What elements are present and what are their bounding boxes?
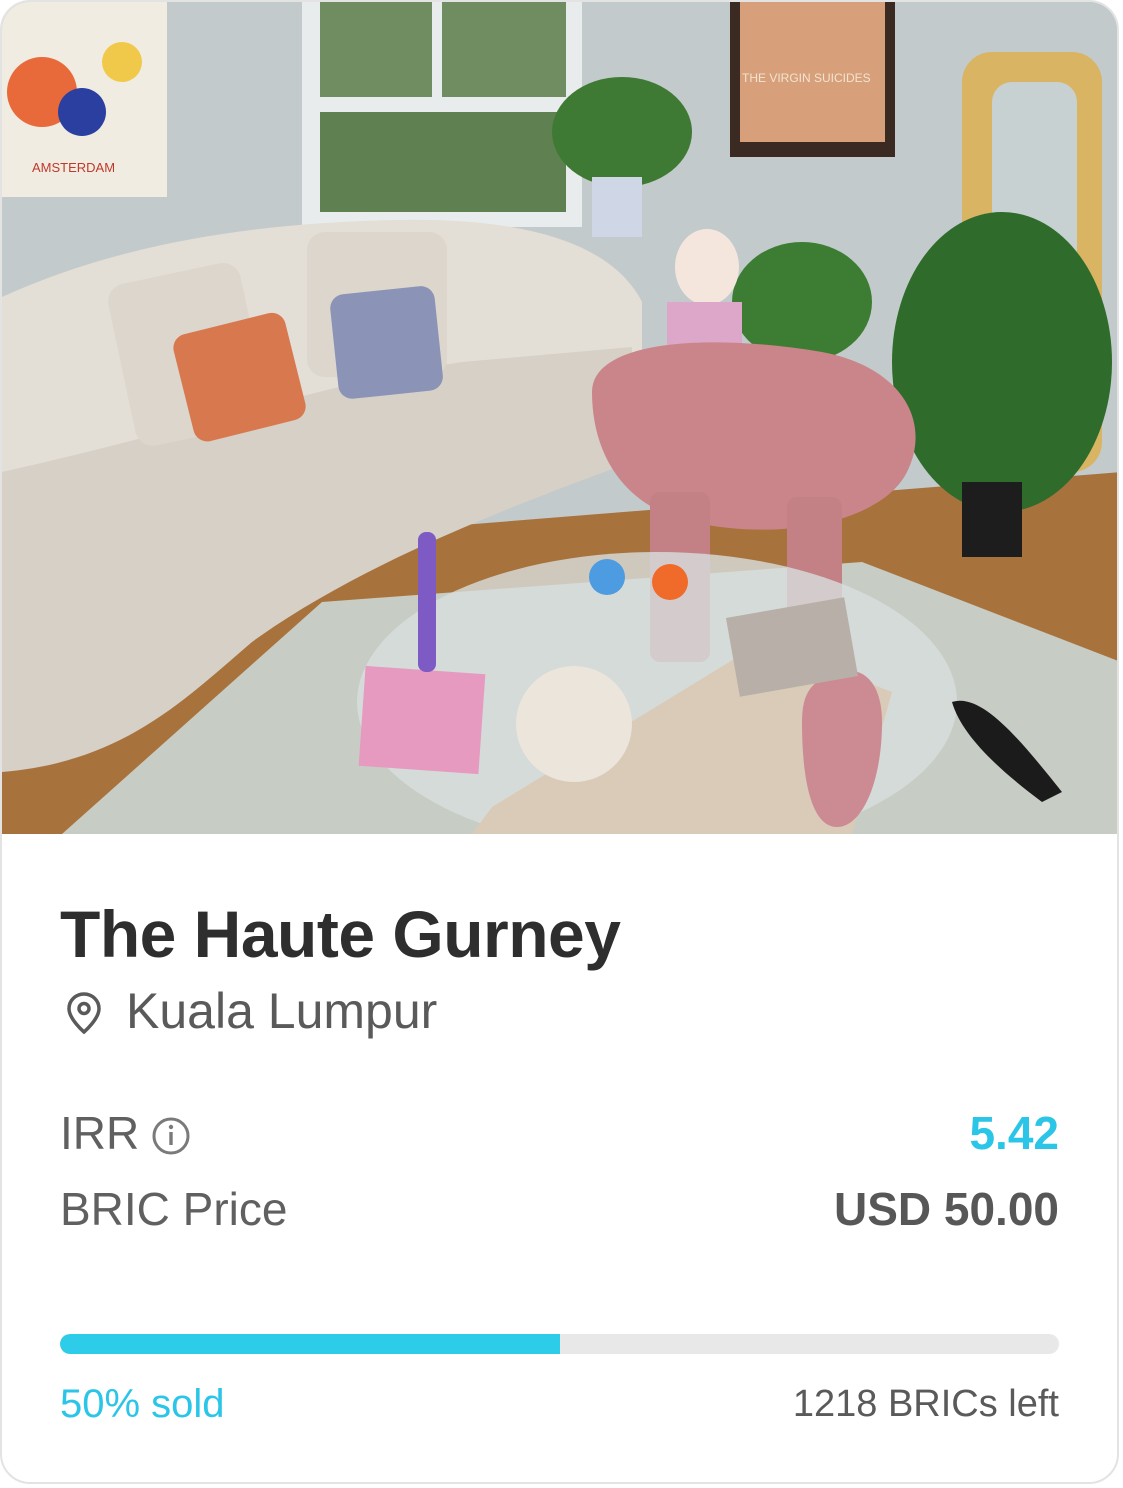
bric-price-value: USD 50.00 (833, 1183, 1059, 1235)
irr-value: 5.42 (969, 1107, 1059, 1159)
sold-progress-bar (60, 1334, 1059, 1354)
map-pin-icon (64, 989, 104, 1035)
irr-label-group: IRR (60, 1106, 191, 1160)
svg-text:THE VIRGIN SUICIDES: THE VIRGIN SUICIDES (742, 71, 871, 85)
info-icon[interactable] (151, 1113, 191, 1155)
irr-label: IRR (60, 1107, 140, 1159)
poster-left: AMSTERDAM (2, 2, 167, 197)
sold-progress-fill (60, 1334, 560, 1354)
property-card[interactable]: AMSTERDAM THE VIRGIN SUICIDES The Haute … (0, 0, 1119, 1484)
property-title: The Haute Gurney (60, 897, 621, 971)
svg-text:AMSTERDAM: AMSTERDAM (32, 160, 115, 175)
location-label: Kuala Lumpur (126, 983, 438, 1039)
bric-price-label: BRIC Price (60, 1183, 288, 1235)
sold-percentage: 50% sold (60, 1382, 225, 1426)
irr-row: IRR 5.42 (60, 1106, 1059, 1160)
property-location: Kuala Lumpur (64, 982, 437, 1040)
sales-status-row: 50% sold 1218 BRICs left (60, 1382, 1059, 1427)
property-photo: AMSTERDAM THE VIRGIN SUICIDES (2, 2, 1117, 834)
brics-remaining: 1218 BRICs left (792, 1383, 1059, 1425)
bric-price-row: BRIC Price USD 50.00 (60, 1182, 1059, 1236)
